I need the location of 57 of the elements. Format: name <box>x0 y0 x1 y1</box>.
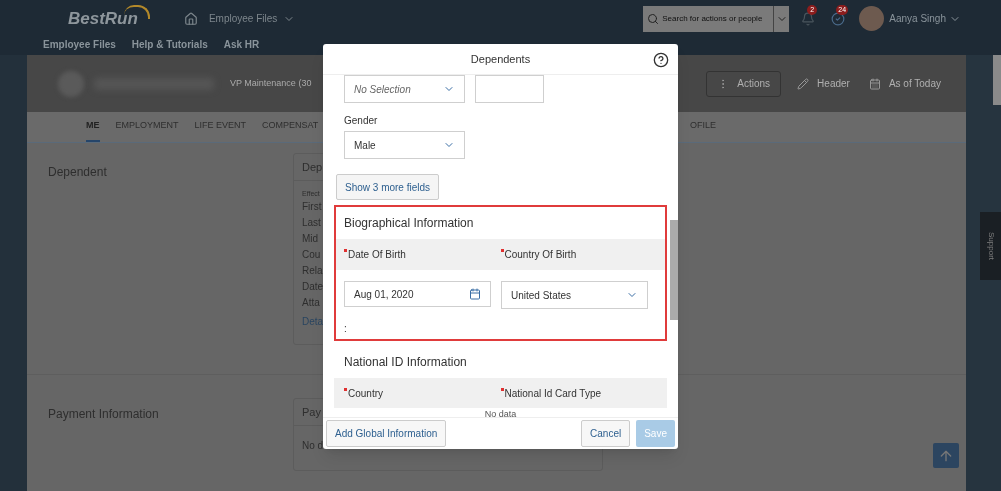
section-heading: Dependent <box>48 164 108 181</box>
calendar-icon <box>868 77 881 90</box>
cancel-button[interactable]: Cancel <box>581 420 631 447</box>
card-title: Pay <box>302 404 321 420</box>
input-field[interactable] <box>475 75 544 103</box>
logo-text[interactable]: BestRun <box>68 9 142 28</box>
home-icon[interactable] <box>183 11 198 26</box>
field-label: Gender <box>344 114 379 128</box>
bell-icon[interactable] <box>801 11 816 26</box>
tab[interactable]: EMPLOYMENT <box>115 112 179 142</box>
header-action-button[interactable]: As of Today <box>865 70 944 97</box>
empty-text: No data <box>483 409 518 417</box>
note-text: : <box>343 323 348 335</box>
add-global-information-button[interactable]: Add Global Information <box>326 420 447 447</box>
tab[interactable]: COMPENSAT <box>262 112 319 142</box>
search-icon <box>647 12 660 25</box>
menu-link[interactable]: Employee Files <box>43 37 116 52</box>
scrollbar-thumb[interactable] <box>993 55 1001 105</box>
user-name[interactable]: Aanya Singh <box>889 11 946 26</box>
select-field[interactable]: Male <box>344 131 465 159</box>
select-field[interactable]: No Selection <box>344 75 465 103</box>
card-field: Atta <box>302 295 320 311</box>
show-more-button[interactable]: Show 3 more fields <box>336 174 440 200</box>
pencil-icon <box>797 77 810 90</box>
select-field[interactable]: United States <box>501 281 648 309</box>
section-title: National ID Information <box>344 354 468 371</box>
required-mark-icon <box>500 387 504 391</box>
menu-link[interactable]: Ask HR <box>223 37 260 52</box>
menu-link[interactable]: Help & Tutorials <box>131 37 208 52</box>
card-title: Dep <box>302 159 323 175</box>
avatar[interactable] <box>859 6 885 31</box>
header-action-button[interactable]: Actions <box>706 70 782 97</box>
section-heading: Payment Information <box>48 406 160 423</box>
scrollbar-thumb[interactable] <box>670 220 678 320</box>
date-field[interactable]: Aug 01, 2020 <box>344 281 491 307</box>
task-check-icon[interactable] <box>831 11 846 26</box>
card-field: Rela <box>302 263 323 279</box>
scroll-to-top-button[interactable] <box>933 443 959 468</box>
nav-menu[interactable]: Employee Files <box>208 11 278 26</box>
help-icon[interactable] <box>653 52 669 68</box>
section-title: Biographical Information <box>343 215 475 232</box>
column-label: Country Of Birth <box>500 247 657 262</box>
column-label: Date Of Birth <box>344 247 501 262</box>
job-title: VP Maintenance (30 <box>230 76 312 90</box>
search-field[interactable]: Search for actions or people <box>643 5 790 32</box>
tab[interactable]: ME <box>86 112 100 142</box>
dialog-title: Dependents <box>470 51 531 67</box>
support-tab[interactable]: Support <box>980 212 1001 280</box>
column-label: Country <box>344 385 501 401</box>
required-mark-icon <box>500 249 504 252</box>
calendar-icon <box>469 288 481 300</box>
header-action-button[interactable]: Header <box>794 70 853 97</box>
required-mark-icon <box>344 249 347 252</box>
column-label: National Id Card Type <box>500 385 657 401</box>
card-field: Mid <box>302 231 319 247</box>
card-field: First <box>302 199 322 215</box>
required-mark-icon <box>344 387 347 391</box>
